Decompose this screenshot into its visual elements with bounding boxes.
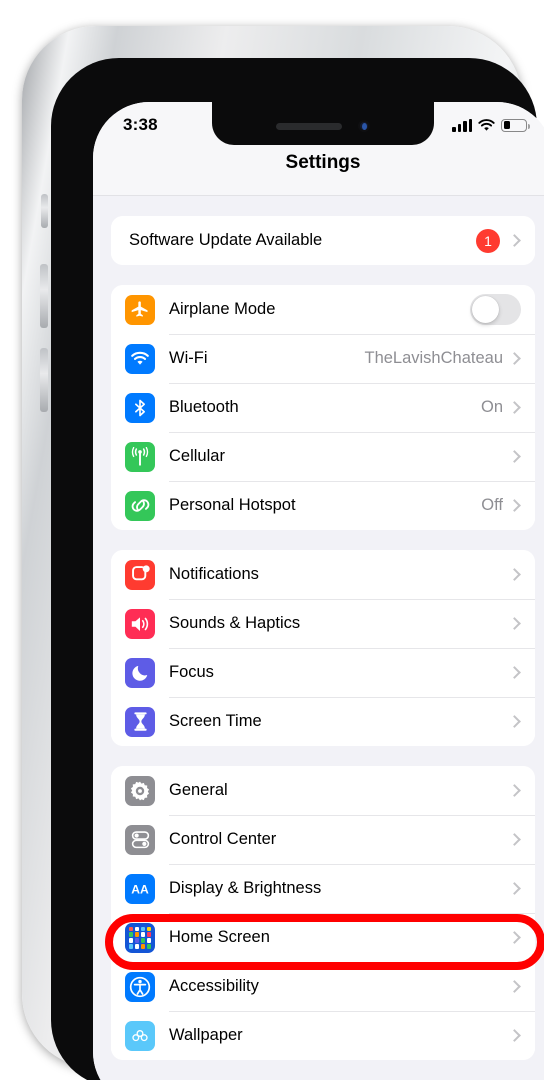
notifications-icon	[125, 559, 155, 590]
gear-icon	[125, 775, 155, 806]
focus-moon-icon	[125, 657, 155, 688]
control-center-icon	[125, 824, 155, 855]
settings-list[interactable]: Software Update Available 1 Airplane Mod…	[93, 196, 544, 1080]
row-label: Wallpaper	[169, 1026, 243, 1044]
row-label: Cellular	[169, 447, 225, 465]
row-label: Focus	[169, 663, 214, 681]
accessibility-icon	[125, 971, 155, 1002]
chevron-right-icon	[508, 931, 521, 944]
row-label: Screen Time	[169, 712, 262, 730]
row-screen-time[interactable]: Screen Time	[111, 697, 535, 746]
row-label: Accessibility	[169, 977, 259, 995]
row-label: Sounds & Haptics	[169, 614, 301, 632]
row-label: Airplane Mode	[169, 300, 276, 318]
chevron-right-icon	[508, 715, 521, 728]
chevron-right-icon	[508, 568, 521, 581]
row-personal-hotspot[interactable]: Personal Hotspot Off	[111, 481, 535, 530]
cellular-bars-icon	[452, 118, 472, 132]
bluetooth-icon	[125, 392, 155, 423]
row-label: Home Screen	[169, 928, 270, 946]
home-screen-grid-icon	[125, 922, 155, 953]
display-notch	[212, 102, 434, 145]
row-wifi[interactable]: Wi-Fi TheLavishChateau	[111, 334, 535, 383]
row-label: Software Update Available	[129, 231, 323, 249]
chevron-right-icon	[508, 882, 521, 895]
chevron-right-icon	[508, 352, 521, 365]
screenshot-stage: 3:38 Settings Software Update Available …	[0, 0, 544, 1080]
iphone-body: 3:38 Settings Software Update Available …	[51, 58, 544, 1080]
row-general[interactable]: General	[111, 766, 535, 815]
row-label: Display & Brightness	[169, 879, 322, 897]
row-home-screen[interactable]: Home Screen	[111, 913, 535, 962]
row-value: On	[480, 398, 503, 416]
chevron-right-icon	[508, 833, 521, 846]
status-indicators	[452, 118, 530, 132]
chevron-right-icon	[508, 401, 521, 414]
screen-time-hourglass-icon	[125, 706, 155, 737]
row-label: Personal Hotspot	[169, 496, 296, 514]
row-software-update[interactable]: Software Update Available 1	[111, 216, 535, 265]
chevron-right-icon	[508, 784, 521, 797]
row-label: Bluetooth	[169, 398, 239, 416]
status-time: 3:38	[123, 115, 158, 134]
settings-group-alerts: Notifications Sounds & Haptics Focus Scr…	[111, 550, 535, 746]
sounds-icon	[125, 608, 155, 639]
navigation-bar: Settings	[93, 146, 544, 196]
row-label: Notifications	[169, 565, 259, 583]
chevron-right-icon	[508, 666, 521, 679]
wifi-icon	[125, 343, 155, 374]
chevron-right-icon	[508, 499, 521, 512]
row-wallpaper[interactable]: Wallpaper	[111, 1011, 535, 1060]
wallpaper-icon	[125, 1020, 155, 1051]
volume-up-button[interactable]	[40, 264, 48, 328]
row-notifications[interactable]: Notifications	[111, 550, 535, 599]
row-sounds-haptics[interactable]: Sounds & Haptics	[111, 599, 535, 648]
chevron-right-icon	[508, 234, 521, 247]
battery-icon	[501, 118, 530, 132]
status-badge: 1	[476, 228, 500, 253]
row-value: TheLavishChateau	[364, 349, 503, 367]
row-airplane-mode[interactable]: Airplane Mode	[111, 285, 535, 334]
chevron-right-icon	[508, 1029, 521, 1042]
airplane-icon	[125, 294, 155, 325]
row-display-brightness[interactable]: AA Display & Brightness	[111, 864, 535, 913]
display-brightness-icon: AA	[125, 873, 155, 904]
iphone-screen: 3:38 Settings Software Update Available …	[93, 102, 544, 1080]
row-control-center[interactable]: Control Center	[111, 815, 535, 864]
row-value: Off	[481, 496, 503, 514]
row-label: Wi-Fi	[169, 349, 208, 367]
mute-switch[interactable]	[41, 194, 48, 228]
front-camera-icon	[358, 120, 370, 132]
iphone-frame: 3:38 Settings Software Update Available …	[22, 26, 544, 1080]
row-label: General	[169, 781, 228, 799]
chevron-right-icon	[508, 980, 521, 993]
chevron-right-icon	[508, 617, 521, 630]
row-cellular[interactable]: Cellular	[111, 432, 535, 481]
settings-group-update: Software Update Available 1	[111, 216, 535, 265]
row-label: Control Center	[169, 830, 277, 848]
earpiece-speaker-icon	[276, 122, 342, 130]
page-title: Settings	[285, 152, 361, 173]
volume-down-button[interactable]	[40, 348, 48, 412]
row-focus[interactable]: Focus	[111, 648, 535, 697]
svg-text:AA: AA	[131, 882, 149, 896]
chevron-right-icon	[508, 450, 521, 463]
cellular-antenna-icon	[125, 441, 155, 472]
airplane-mode-toggle[interactable]	[470, 294, 521, 325]
hotspot-link-icon	[125, 490, 155, 521]
settings-group-connectivity: Airplane Mode Wi-Fi TheLavishChateau Blu…	[111, 285, 535, 530]
row-bluetooth[interactable]: Bluetooth On	[111, 383, 535, 432]
wifi-icon	[478, 118, 495, 131]
settings-group-system: General Control Center AA Display & Brig…	[111, 766, 535, 1060]
row-accessibility[interactable]: Accessibility	[111, 962, 535, 1011]
